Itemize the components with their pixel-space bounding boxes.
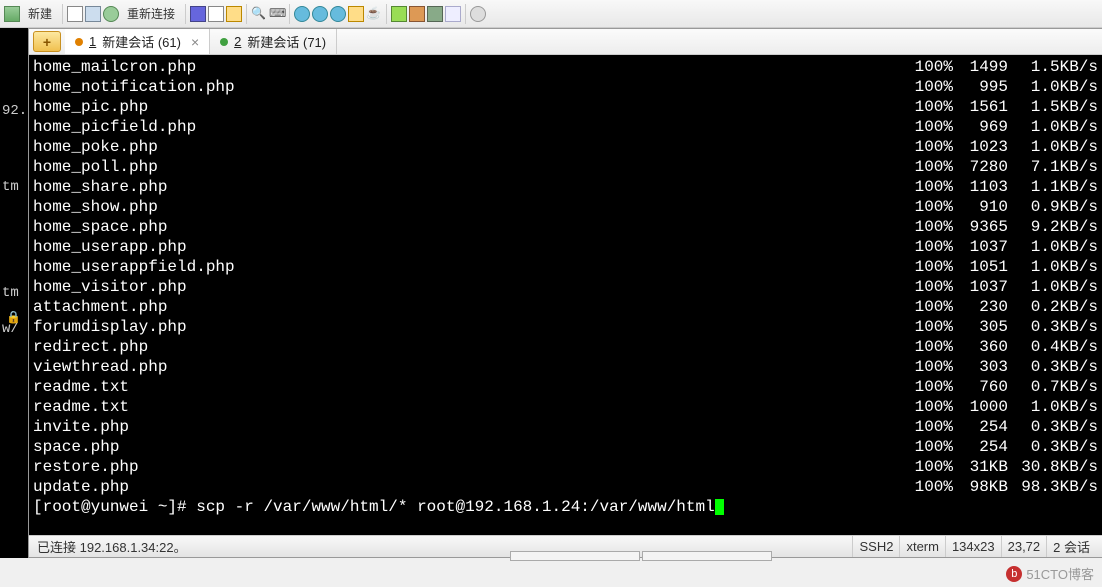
terminal-row: home_space.php100%93659.2KB/s: [33, 217, 1098, 237]
separator: [289, 4, 290, 24]
copy-icon[interactable]: [208, 6, 224, 22]
bottom-pane-tab[interactable]: [510, 551, 640, 561]
new-tab-button[interactable]: +: [33, 31, 61, 52]
terminal-row: home_userappfield.php100%10511.0KB/s: [33, 257, 1098, 277]
terminal-row: readme.txt100%7600.7KB/s: [33, 377, 1098, 397]
status-size: 134x23: [945, 536, 1001, 557]
separator: [62, 4, 63, 24]
color-icon-1[interactable]: [391, 6, 407, 22]
terminal-row: attachment.php100%2300.2KB/s: [33, 297, 1098, 317]
status-dot-icon: [75, 38, 83, 46]
main-area: 92. tm tm w/ + 1 新建会话 (61) × 2 新建会话 (71)…: [0, 28, 1102, 558]
session-tab-2[interactable]: 2 新建会话 (71): [210, 29, 337, 54]
import-icon[interactable]: [85, 6, 101, 22]
terminal-output[interactable]: home_mailcron.php100%14991.5KB/shome_not…: [29, 55, 1102, 535]
tab-index: 2: [234, 34, 241, 49]
tab-index: 1: [89, 34, 96, 49]
color-icon-2[interactable]: [409, 6, 425, 22]
terminal-row: viewthread.php100%3030.3KB/s: [33, 357, 1098, 377]
help-icon[interactable]: [470, 6, 486, 22]
terminal-row: home_notification.php100%9951.0KB/s: [33, 77, 1098, 97]
watermark-text: 51CTO博客: [1026, 564, 1094, 583]
terminal-container: + 1 新建会话 (61) × 2 新建会话 (71) home_mailcro…: [28, 28, 1102, 558]
separator: [185, 4, 186, 24]
folder-icon[interactable]: [348, 6, 364, 22]
cursor: [715, 499, 724, 515]
keyboard-icon[interactable]: ⌨: [269, 6, 285, 22]
globe-icon[interactable]: [294, 6, 310, 22]
main-toolbar: 新建 重新连接 🔍 ⌨ ☕: [0, 0, 1102, 28]
separator: [246, 4, 247, 24]
status-cursor-pos: 23,72: [1001, 536, 1047, 557]
terminal-row: space.php100%2540.3KB/s: [33, 437, 1098, 457]
tab-label: 新建会话 (61): [102, 32, 181, 51]
left-tag2: tm: [0, 215, 28, 321]
terminal-row: home_userapp.php100%10371.0KB/s: [33, 237, 1098, 257]
tab-close-icon[interactable]: ×: [191, 34, 199, 50]
status-sessions: 2 会话: [1046, 536, 1102, 557]
reconnect-button[interactable]: 重新连接: [121, 3, 181, 24]
terminal-row: forumdisplay.php100%3050.3KB/s: [33, 317, 1098, 337]
separator: [386, 4, 387, 24]
coffee-icon[interactable]: ☕: [366, 6, 382, 22]
tab-bar: + 1 新建会话 (61) × 2 新建会话 (71): [29, 29, 1102, 55]
doc-icon[interactable]: [67, 6, 83, 22]
lock-icon: 🔒: [6, 310, 20, 324]
terminal-row: restore.php100%31KB30.8KB/s: [33, 457, 1098, 477]
new-session-button[interactable]: 新建: [22, 3, 58, 24]
left-tag1: tm: [0, 139, 28, 215]
terminal-row: home_show.php100%9100.9KB/s: [33, 197, 1098, 217]
find-icon[interactable]: 🔍: [251, 6, 267, 22]
left-tag3: w/: [0, 321, 28, 357]
bottom-tabs: [510, 551, 772, 561]
terminal-row: home_visitor.php100%10371.0KB/s: [33, 277, 1098, 297]
bottom-pane-tab[interactable]: [642, 551, 772, 561]
window-icon[interactable]: [445, 6, 461, 22]
session-tab-1[interactable]: 1 新建会话 (61) ×: [65, 29, 210, 54]
status-protocol: SSH2: [852, 536, 899, 557]
terminal-row: home_mailcron.php100%14991.5KB/s: [33, 57, 1098, 77]
status-dot-icon: [220, 38, 228, 46]
terminal-row: readme.txt100%10001.0KB/s: [33, 397, 1098, 417]
left-addr: 92.: [0, 28, 28, 139]
watermark: b 51CTO博客: [1006, 564, 1094, 583]
color-icon-3[interactable]: [427, 6, 443, 22]
globe-icon-2[interactable]: [312, 6, 328, 22]
paste-icon[interactable]: [226, 6, 242, 22]
save-icon[interactable]: [190, 6, 206, 22]
terminal-row: invite.php100%2540.3KB/s: [33, 417, 1098, 437]
left-panel: 92. tm tm w/: [0, 28, 28, 558]
globe-icon-3[interactable]: [330, 6, 346, 22]
terminal-row: home_picfield.php100%9691.0KB/s: [33, 117, 1098, 137]
terminal-row: update.php100%98KB98.3KB/s: [33, 477, 1098, 497]
status-terminal-type: xterm: [899, 536, 945, 557]
separator: [465, 4, 466, 24]
terminal-row: home_pic.php100%15611.5KB/s: [33, 97, 1098, 117]
watermark-logo-icon: b: [1006, 566, 1022, 582]
terminal-row: home_poll.php100%72807.1KB/s: [33, 157, 1098, 177]
terminal-row: home_share.php100%11031.1KB/s: [33, 177, 1098, 197]
terminal-row: redirect.php100%3600.4KB/s: [33, 337, 1098, 357]
refresh-icon[interactable]: [103, 6, 119, 22]
terminal-row: home_poke.php100%10231.0KB/s: [33, 137, 1098, 157]
screen-icon[interactable]: [4, 6, 20, 22]
command-prompt[interactable]: [root@yunwei ~]# scp -r /var/www/html/* …: [33, 497, 1098, 517]
tab-label: 新建会话 (71): [247, 32, 326, 51]
